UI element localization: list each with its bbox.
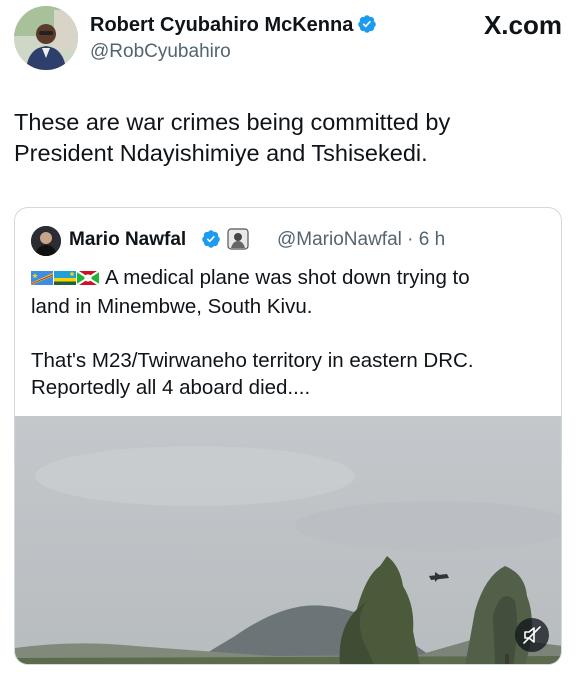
mute-button[interactable]	[515, 618, 549, 652]
post-text-line: These are war crimes being committed by	[14, 109, 451, 135]
video-frame	[15, 416, 561, 664]
quoted-text-line: land in Minembwe, South Kivu.	[31, 295, 313, 318]
flag-emojis-icon	[31, 266, 100, 293]
rwanda-flag-icon	[54, 271, 76, 285]
quoted-post-meta: @MarioNawfal · 6 h	[277, 229, 445, 251]
meta-separator: ·	[407, 229, 414, 250]
quoted-author-handle[interactable]: @MarioNawfal	[277, 229, 402, 250]
post-text: These are war crimes being committed by …	[14, 107, 554, 169]
drc-flag-icon	[31, 271, 53, 285]
quoted-post-header: Mario Nawfal @MarioNawfal · 6 h	[31, 226, 551, 256]
quoted-post-card[interactable]: Mario Nawfal @MarioNawfal · 6 h A medica…	[14, 207, 562, 665]
author-avatar[interactable]	[14, 6, 78, 70]
post-text-line: President Ndayishimiye and Tshisekedi.	[14, 140, 428, 166]
x-logo[interactable]: X.com	[484, 10, 562, 41]
quoted-text-line: Reportedly all 4 aboard died....	[31, 376, 311, 399]
post-timestamp[interactable]: 6 h	[419, 229, 445, 250]
post-header: Robert Cyubahiro McKenna @RobCyubahiro X…	[14, 6, 562, 72]
video-player[interactable]	[15, 416, 561, 664]
muted-speaker-icon	[523, 626, 541, 644]
verified-badge-icon	[357, 14, 377, 40]
quoted-author-avatar[interactable]	[31, 226, 61, 256]
quoted-text-content: A medical plane was shot down trying to	[105, 266, 470, 289]
quoted-post-text: A medical plane was shot down trying to …	[31, 264, 551, 401]
verified-badge-icon	[201, 229, 221, 254]
author-handle[interactable]: @RobCyubahiro	[90, 41, 231, 63]
author-name-row[interactable]: Robert Cyubahiro McKenna	[90, 14, 377, 40]
author-name[interactable]: Robert Cyubahiro McKenna	[90, 14, 353, 36]
affiliate-badge-icon	[227, 228, 249, 255]
quoted-text-line: A medical plane was shot down trying to	[31, 264, 551, 293]
quoted-text-line: That's M23/Twirwaneho territory in easte…	[31, 349, 474, 372]
quoted-author-name[interactable]: Mario Nawfal	[69, 229, 186, 251]
burundi-flag-icon	[76, 270, 100, 286]
